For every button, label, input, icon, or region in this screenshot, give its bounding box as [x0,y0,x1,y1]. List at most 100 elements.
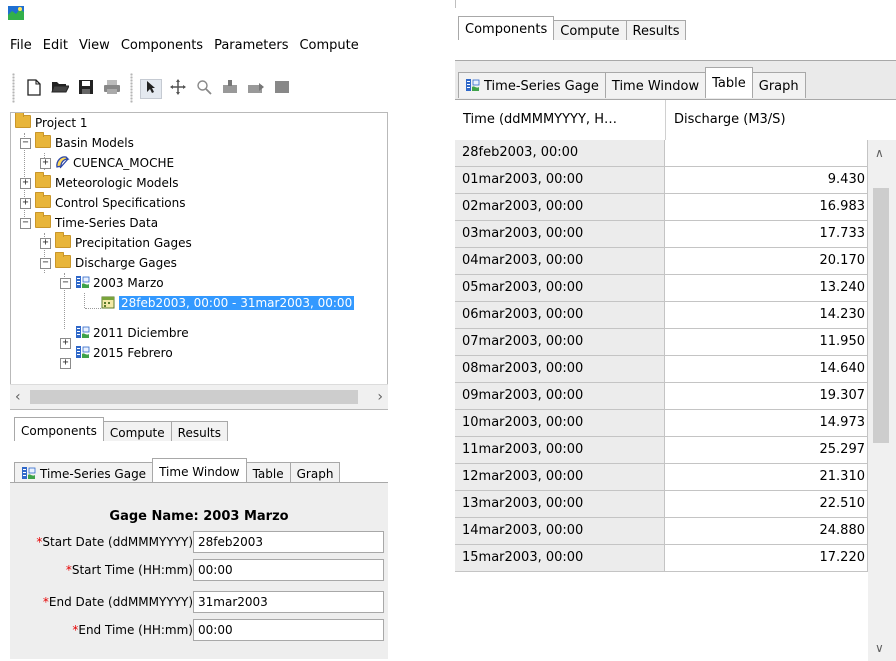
table-row[interactable]: 01mar2003, 00:00 9.430 [455,167,868,194]
discharge-cell[interactable] [665,140,868,167]
discharge-cell[interactable]: 22.510 [665,491,868,518]
discharge-cell[interactable]: 9.430 [665,167,868,194]
tab-components[interactable]: Components [14,417,104,441]
scroll-right-icon[interactable]: › [377,389,383,405]
zoom-icon[interactable] [194,79,214,97]
toolbar-grip[interactable] [12,73,15,103]
menu-parameters[interactable]: Parameters [208,36,293,53]
end-time-field[interactable]: 00:00 [193,619,384,641]
discharge-cell[interactable]: 14.640 [665,356,868,383]
discharge-cell[interactable]: 17.733 [665,221,868,248]
menu-components[interactable]: Components [115,36,208,53]
tab-table[interactable]: Table [705,67,753,98]
menu-file[interactable]: File [0,36,37,53]
table-row[interactable]: 04mar2003, 00:00 20.170 [455,248,868,275]
tree-item-time-window[interactable]: 28feb2003, 00:00 - 31mar2003, 00:00 [101,293,355,313]
table-row[interactable]: 09mar2003, 00:00 19.307 [455,383,868,410]
print-icon[interactable] [102,79,122,97]
start-date-field[interactable]: 28feb2003 [193,531,384,553]
tab-components[interactable]: Components [458,16,555,40]
collapse-toggle[interactable]: − [60,278,71,289]
table-row[interactable]: 15mar2003, 00:00 17.220 [455,545,868,572]
tab-results[interactable]: Results [625,20,687,40]
expand-toggle[interactable]: + [60,358,71,369]
tab-time-series-gage[interactable]: Time-Series Gage [14,462,154,482]
start-time-field[interactable]: 00:00 [193,559,384,581]
scrollbar-thumb[interactable] [30,390,358,404]
tab-table[interactable]: Table [245,462,291,482]
discharge-cell[interactable]: 16.983 [665,194,868,221]
tree-item-basin-models[interactable]: Basin Models [35,132,134,153]
table-row[interactable]: 10mar2003, 00:00 14.973 [455,410,868,437]
save-icon[interactable] [76,79,96,97]
end-date-field[interactable]: 31mar2003 [193,591,384,613]
tab-graph[interactable]: Graph [751,72,806,98]
scroll-down-icon[interactable]: ∨ [875,641,884,655]
collapse-toggle[interactable]: − [20,138,31,149]
expand-toggle[interactable]: + [40,238,51,249]
tree-item-gage-2015-febrero[interactable]: 2015 Febrero [75,343,173,363]
tab-time-series-gage[interactable]: Time-Series Gage [458,72,606,98]
discharge-cell[interactable]: 20.170 [665,248,868,275]
open-folder-icon[interactable] [50,79,70,97]
collapse-toggle[interactable]: − [40,258,51,269]
column-header-time[interactable]: Time (ddMMMYYYY, H… [455,100,665,140]
table-row[interactable]: 11mar2003, 00:00 25.297 [455,437,868,464]
table-vertical-scrollbar[interactable]: ∧ ∨ [868,140,896,661]
table-row[interactable]: 12mar2003, 00:00 21.310 [455,464,868,491]
grid-icon[interactable] [272,79,292,97]
tab-compute[interactable]: Compute [102,421,172,441]
table-row[interactable]: 02mar2003, 00:00 16.983 [455,194,868,221]
add-element-icon[interactable] [246,79,266,97]
discharge-cell[interactable]: 19.307 [665,383,868,410]
discharge-cell[interactable]: 14.973 [665,410,868,437]
tree-item-control-specifications[interactable]: Control Specifications [35,192,186,213]
table-row[interactable]: 07mar2003, 00:00 11.950 [455,329,868,356]
tab-time-window[interactable]: Time Window [152,458,247,482]
table-row[interactable]: 03mar2003, 00:00 17.733 [455,221,868,248]
table-row[interactable]: 06mar2003, 00:00 14.230 [455,302,868,329]
discharge-cell[interactable]: 13.240 [665,275,868,302]
tree-item-gage-2003-marzo[interactable]: 2003 Marzo [75,273,164,293]
menu-view[interactable]: View [73,36,115,53]
scroll-left-icon[interactable]: ‹ [15,389,21,405]
table-row[interactable]: 13mar2003, 00:00 22.510 [455,491,868,518]
expand-toggle[interactable]: + [20,198,31,209]
tree-item-precipitation-gages[interactable]: Precipitation Gages [55,232,192,253]
toolbar-grip[interactable] [130,73,133,103]
discharge-cell[interactable]: 24.880 [665,518,868,545]
add-element-icon[interactable] [220,79,240,97]
expand-toggle[interactable]: + [60,338,71,349]
tab-results[interactable]: Results [170,421,228,441]
tab-graph[interactable]: Graph [289,462,341,482]
tree-item-basin[interactable]: CUENCA_MOCHE [55,153,174,173]
table-row[interactable]: 05mar2003, 00:00 13.240 [455,275,868,302]
discharge-cell[interactable]: 25.297 [665,437,868,464]
new-file-icon[interactable] [24,79,44,97]
discharge-cell[interactable]: 21.310 [665,464,868,491]
tree-item-project[interactable]: Project 1 [15,113,88,133]
pan-icon[interactable] [168,79,188,97]
select-arrow-icon[interactable] [140,79,162,99]
tree-item-meteorologic-models[interactable]: Meteorologic Models [35,172,179,193]
tree-item-time-series-data[interactable]: Time-Series Data [35,212,158,233]
tree-item-gage-2011-diciembre[interactable]: 2011 Diciembre [75,323,189,343]
tree-horizontal-scrollbar[interactable]: ‹ › [10,384,388,409]
tab-time-window[interactable]: Time Window [604,72,707,98]
discharge-cell[interactable]: 14.230 [665,302,868,329]
discharge-cell[interactable]: 17.220 [665,545,868,572]
discharge-cell[interactable]: 11.950 [665,329,868,356]
table-row[interactable]: 14mar2003, 00:00 24.880 [455,518,868,545]
scrollbar-thumb[interactable] [873,188,889,443]
menu-compute[interactable]: Compute [293,36,363,53]
column-header-discharge[interactable]: Discharge (M3/S) [665,100,868,140]
table-row[interactable]: 08mar2003, 00:00 14.640 [455,356,868,383]
tab-compute[interactable]: Compute [553,20,627,40]
tree-item-discharge-gages[interactable]: Discharge Gages [55,252,177,273]
table-row[interactable]: 28feb2003, 00:00 [455,140,868,167]
scroll-up-icon[interactable]: ∧ [875,146,884,160]
collapse-toggle[interactable]: − [20,218,31,229]
expand-toggle[interactable]: + [40,158,51,169]
menu-edit[interactable]: Edit [37,36,73,53]
expand-toggle[interactable]: + [20,178,31,189]
